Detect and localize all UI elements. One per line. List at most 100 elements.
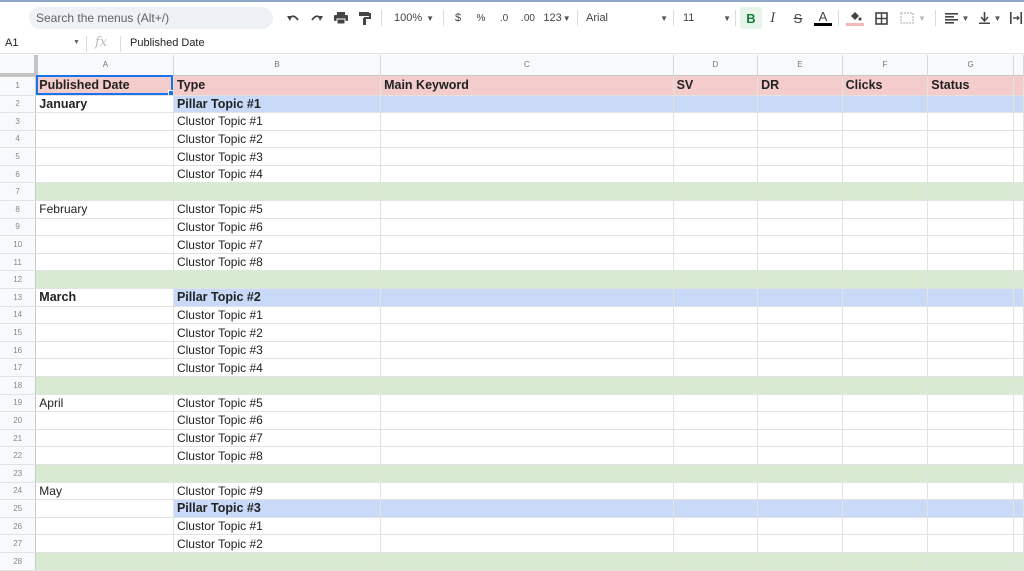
cell-b18[interactable] — [173, 376, 382, 395]
cell-overflow[interactable] — [1013, 376, 1024, 395]
cell-g15[interactable] — [927, 323, 1014, 342]
cell-c16[interactable] — [380, 341, 674, 360]
cell-d5[interactable] — [673, 147, 759, 166]
cell-e21[interactable] — [757, 429, 843, 448]
cell-d11[interactable] — [673, 253, 759, 272]
cell-b20[interactable]: Clustor Topic #6 — [173, 411, 382, 430]
cell-e22[interactable] — [757, 446, 843, 465]
cell-b15[interactable]: Clustor Topic #2 — [173, 323, 382, 342]
cell-e12[interactable] — [757, 270, 843, 290]
cell-e18[interactable] — [757, 376, 843, 395]
vertical-align-button[interactable]: ▼ — [976, 7, 1004, 29]
cell-c26[interactable] — [380, 517, 674, 536]
cell-a25[interactable] — [35, 499, 174, 518]
cell-c13[interactable] — [380, 288, 674, 307]
cell-overflow[interactable] — [1013, 112, 1024, 131]
currency-button[interactable]: $ — [451, 7, 465, 29]
row-number[interactable]: 24 — [0, 482, 37, 501]
cell-overflow[interactable] — [1013, 429, 1024, 448]
cell-b10[interactable]: Clustor Topic #7 — [173, 235, 382, 254]
cell-d14[interactable] — [673, 306, 759, 325]
cell-f17[interactable] — [842, 358, 929, 377]
row-number[interactable]: 7 — [0, 182, 37, 202]
cell-overflow[interactable] — [1013, 75, 1024, 96]
cell-g13[interactable] — [927, 288, 1014, 307]
cell-a9[interactable] — [35, 218, 174, 237]
cell-overflow[interactable] — [1013, 218, 1024, 237]
row-number[interactable]: 27 — [0, 534, 37, 553]
cell-f4[interactable] — [842, 130, 929, 149]
cell-a18[interactable] — [35, 376, 174, 395]
column-header[interactable] — [1013, 55, 1024, 76]
cell-a17[interactable] — [35, 358, 174, 377]
cell-e13[interactable] — [757, 288, 843, 307]
horizontal-align-button[interactable]: ▼ — [942, 7, 972, 29]
cell-c6[interactable] — [380, 165, 674, 184]
cell-overflow[interactable] — [1013, 358, 1024, 377]
cell-a23[interactable] — [35, 464, 174, 483]
cell-d13[interactable] — [673, 288, 759, 307]
cell-e15[interactable] — [757, 323, 843, 342]
cell-a1[interactable]: Published Date — [35, 75, 174, 96]
cell-d23[interactable] — [673, 464, 759, 483]
cell-d28[interactable] — [673, 552, 759, 571]
cell-b7[interactable] — [173, 182, 382, 202]
cell-b23[interactable] — [173, 464, 382, 483]
cell-g28[interactable] — [927, 552, 1014, 571]
cell-d1[interactable]: SV — [673, 75, 759, 96]
cell-d12[interactable] — [673, 270, 759, 290]
cell-c10[interactable] — [380, 235, 674, 254]
cell-b22[interactable]: Clustor Topic #8 — [173, 446, 382, 465]
cell-overflow[interactable] — [1013, 235, 1024, 254]
cell-a12[interactable] — [35, 270, 174, 290]
cell-g4[interactable] — [927, 130, 1014, 149]
cell-overflow[interactable] — [1013, 182, 1024, 202]
cell-f1[interactable]: Clicks — [842, 75, 929, 96]
cell-f25[interactable] — [842, 499, 929, 518]
row-number[interactable]: 19 — [0, 394, 37, 413]
cell-a5[interactable] — [35, 147, 174, 166]
cell-f24[interactable] — [842, 482, 929, 501]
cell-b19[interactable]: Clustor Topic #5 — [173, 394, 382, 413]
row-number[interactable]: 25 — [0, 499, 37, 518]
row-number[interactable]: 16 — [0, 341, 37, 360]
cell-c19[interactable] — [380, 394, 674, 413]
italic-button[interactable]: I — [764, 7, 782, 29]
cell-c11[interactable] — [380, 253, 674, 272]
zoom-select[interactable]: 100% ▼ — [390, 7, 438, 29]
cell-g21[interactable] — [927, 429, 1014, 448]
cell-d27[interactable] — [673, 534, 759, 553]
cell-overflow[interactable] — [1013, 147, 1024, 166]
row-number[interactable]: 15 — [0, 323, 37, 342]
cell-c5[interactable] — [380, 147, 674, 166]
cell-g22[interactable] — [927, 446, 1014, 465]
cell-e25[interactable] — [757, 499, 843, 518]
cell-g16[interactable] — [927, 341, 1014, 360]
cell-overflow[interactable] — [1013, 446, 1024, 465]
row-number[interactable]: 26 — [0, 517, 37, 536]
cell-e23[interactable] — [757, 464, 843, 483]
cell-f18[interactable] — [842, 376, 929, 395]
cell-a4[interactable] — [35, 130, 174, 149]
cell-g5[interactable] — [927, 147, 1014, 166]
cell-c24[interactable] — [380, 482, 674, 501]
cell-b2[interactable]: Pillar Topic #1 — [173, 95, 382, 114]
font-select[interactable]: Arial ▼ — [586, 7, 668, 29]
search-menus-input[interactable]: Search the menus (Alt+/) — [29, 7, 273, 29]
cell-f13[interactable] — [842, 288, 929, 307]
cell-b12[interactable] — [173, 270, 382, 290]
cell-e4[interactable] — [757, 130, 843, 149]
row-number[interactable]: 20 — [0, 411, 37, 430]
cell-c14[interactable] — [380, 306, 674, 325]
row-number[interactable]: 5 — [0, 147, 37, 166]
row-number[interactable]: 11 — [0, 253, 37, 272]
cell-f14[interactable] — [842, 306, 929, 325]
cell-overflow[interactable] — [1013, 534, 1024, 553]
column-header[interactable]: G — [927, 55, 1014, 76]
cell-c4[interactable] — [380, 130, 674, 149]
cell-g18[interactable] — [927, 376, 1014, 395]
cell-f26[interactable] — [842, 517, 929, 536]
row-number[interactable]: 2 — [0, 95, 37, 114]
cell-b3[interactable]: Clustor Topic #1 — [173, 112, 382, 131]
cell-f9[interactable] — [842, 218, 929, 237]
